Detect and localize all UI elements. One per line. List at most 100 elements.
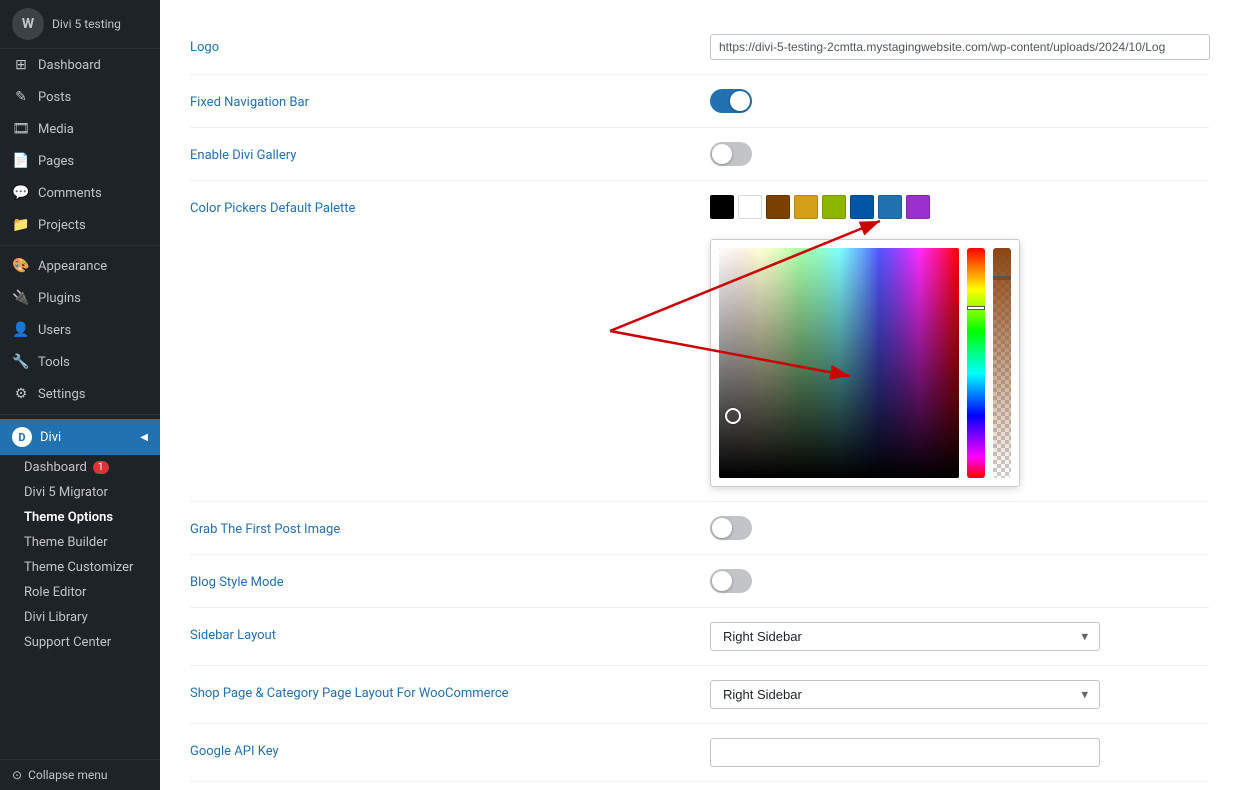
dashboard-icon: ⊞ [12,57,30,73]
divi-migrator-label: Divi 5 Migrator [24,485,108,500]
black-gradient [719,248,959,478]
shop-layout-row: Shop Page & Category Page Layout For Woo… [190,666,1209,724]
divi-sub-support[interactable]: Support Center [0,630,160,655]
divi-theme-options-label: Theme Options [24,510,113,525]
divi-submenu: Dashboard 1 Divi 5 Migrator Theme Option… [0,455,160,655]
sidebar-item-projects[interactable]: 📁 Projects [0,209,160,241]
grab-image-control [710,516,1209,540]
shop-layout-control: Right Sidebar Left Sidebar No Sidebar [710,680,1209,709]
divi-sub-dashboard[interactable]: Dashboard 1 [0,455,160,480]
blog-style-control [710,569,1209,593]
sidebar-separator [0,245,160,246]
blog-style-row: Blog Style Mode [190,555,1209,608]
shop-layout-label: Shop Page & Category Page Layout For Woo… [190,680,710,701]
main-content: Logo Fixed Navigation Bar Enable Divi Ga… [160,0,1239,790]
posts-icon: ✎ [12,89,30,105]
color-swatch-3[interactable] [794,195,818,219]
color-palette-control [710,195,1209,487]
sidebar-item-settings[interactable]: ⚙ Settings [0,378,160,410]
sidebar-layout-select[interactable]: Right Sidebar Left Sidebar No Sidebar [710,622,1100,651]
sidebar-item-tools[interactable]: 🔧 Tools [0,346,160,378]
divi-sub-migrator[interactable]: Divi 5 Migrator [0,480,160,505]
color-swatches [710,195,930,219]
sidebar-item-users[interactable]: 👤 Users [0,314,160,346]
divi-sub-theme-options[interactable]: Theme Options [0,505,160,530]
grab-image-toggle[interactable] [710,516,752,540]
color-palette-row: Color Pickers Default Palette [190,181,1209,502]
sidebar-item-label: Appearance [38,259,107,274]
logo-control [710,34,1210,60]
divi-sub-library[interactable]: Divi Library [0,605,160,630]
color-swatch-0[interactable] [710,195,734,219]
divi-dashboard-label: Dashboard [24,460,87,475]
google-api-label: Google API Key [190,738,710,759]
blog-style-toggle[interactable] [710,569,752,593]
picker-crosshair [725,408,741,424]
color-swatch-1[interactable] [738,195,762,219]
logo-row: Logo [190,20,1209,75]
sidebar-layout-row: Sidebar Layout Right Sidebar Left Sideba… [190,608,1209,666]
sidebar-item-posts[interactable]: ✎ Posts [0,81,160,113]
toggle-thumb [712,518,732,538]
divi-gallery-toggle[interactable] [710,142,752,166]
divi-sub-theme-customizer[interactable]: Theme Customizer [0,555,160,580]
main-menu: ⊞ Dashboard ✎ Posts 🎞 Media 📄 Pages 💬 Co… [0,49,160,759]
shop-layout-select-wrapper: Right Sidebar Left Sidebar No Sidebar [710,680,1100,709]
fixed-nav-row: Fixed Navigation Bar [190,75,1209,128]
comments-icon: 💬 [12,185,30,201]
fixed-nav-toggle[interactable] [710,89,752,113]
sidebar-item-label: Posts [38,90,71,105]
projects-icon: 📁 [12,217,30,233]
sidebar-item-label: Settings [38,387,85,402]
divi-role-editor-label: Role Editor [24,585,86,600]
shop-layout-select[interactable]: Right Sidebar Left Sidebar No Sidebar [710,680,1100,709]
google-api-control [710,738,1209,767]
sidebar-divi-header[interactable]: D Divi ◀ [0,419,160,455]
site-name: Divi 5 testing [52,17,121,31]
color-picker-popup [710,239,1020,487]
hue-slider[interactable] [967,248,985,478]
sidebar-item-label: Plugins [38,291,81,306]
wp-logo: W [12,8,44,40]
sidebar-item-media[interactable]: 🎞 Media [0,113,160,145]
fixed-nav-control [710,89,1209,113]
color-swatch-2[interactable] [766,195,790,219]
sidebar-item-label: Users [38,323,71,338]
divi-sub-role-editor[interactable]: Role Editor [0,580,160,605]
opacity-slider[interactable] [993,248,1011,478]
google-api-input[interactable] [710,738,1100,767]
sidebar-item-label: Comments [38,186,102,201]
sidebar-layout-control: Right Sidebar Left Sidebar No Sidebar [710,622,1209,651]
collapse-menu-button[interactable]: ⊙ Collapse menu [0,759,160,790]
divi-sub-theme-builder[interactable]: Theme Builder [0,530,160,555]
sidebar-item-plugins[interactable]: 🔌 Plugins [0,282,160,314]
site-logo-area: W Divi 5 testing [0,0,160,49]
hue-slider-thumb [967,306,985,310]
sidebar-item-label: Dashboard [38,58,101,73]
grab-image-label: Grab The First Post Image [190,516,710,537]
sidebar-item-appearance[interactable]: 🎨 Appearance [0,250,160,282]
collapse-label: Collapse menu [28,768,107,782]
sidebar-item-pages[interactable]: 📄 Pages [0,145,160,177]
users-icon: 👤 [12,322,30,338]
logo-url-input[interactable] [710,34,1210,60]
color-swatch-6[interactable] [878,195,902,219]
dashboard-badge: 1 [93,461,109,474]
sidebar-item-dashboard[interactable]: ⊞ Dashboard [0,49,160,81]
toggle-thumb [712,144,732,164]
color-swatch-7[interactable] [906,195,930,219]
sidebar: W Divi 5 testing ⊞ Dashboard ✎ Posts 🎞 M… [0,0,160,790]
toggle-thumb [730,91,750,111]
color-swatch-4[interactable] [822,195,846,219]
media-icon: 🎞 [12,121,30,137]
fixed-nav-label: Fixed Navigation Bar [190,89,710,110]
color-gradient-area[interactable] [719,248,959,478]
sidebar-item-label: Tools [38,355,70,370]
color-picker-inner [719,248,1011,478]
collapse-icon: ⊙ [12,768,22,782]
sidebar-layout-label: Sidebar Layout [190,622,710,643]
color-swatch-5[interactable] [850,195,874,219]
sidebar-item-label: Media [38,122,74,137]
sidebar-item-comments[interactable]: 💬 Comments [0,177,160,209]
sidebar-item-label: Pages [38,154,74,169]
